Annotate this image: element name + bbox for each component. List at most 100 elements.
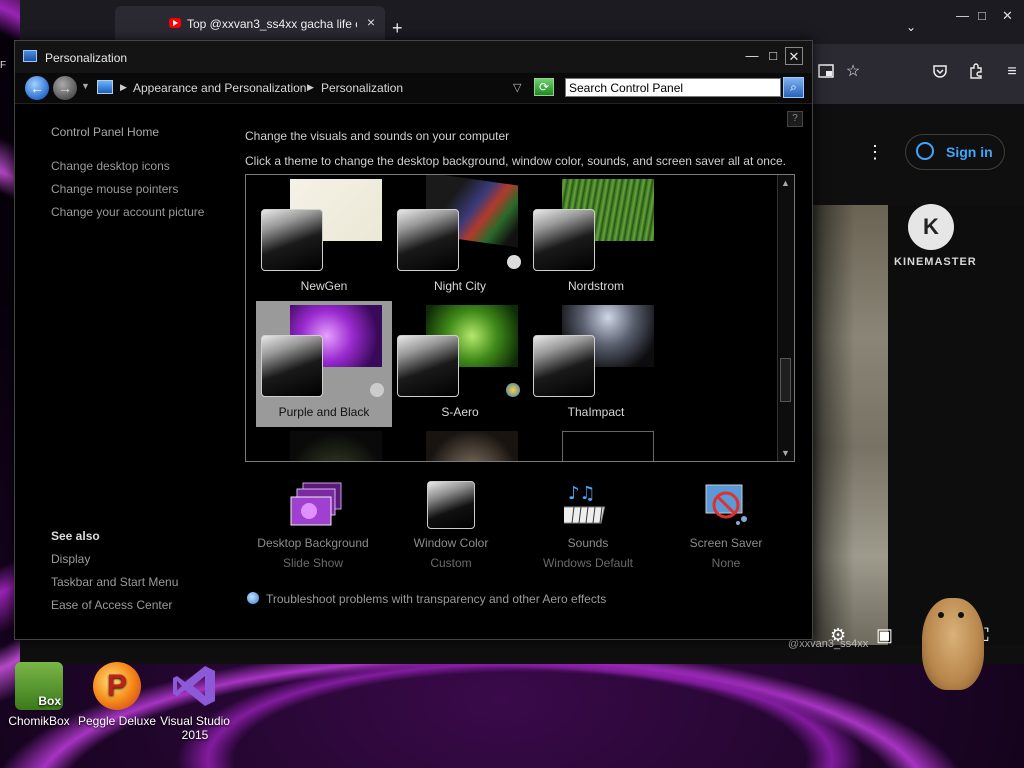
desktop-background-setting[interactable]: Desktop Background Slide Show — [248, 481, 378, 570]
desktop-icon-label: Peggle Deluxe — [77, 714, 157, 728]
see-also-heading: See also — [51, 529, 100, 543]
theme-preview-window — [261, 209, 323, 271]
windows-logo-icon — [506, 383, 520, 397]
star-icon[interactable]: ☆ — [843, 62, 863, 82]
page-title: Change the visuals and sounds on your co… — [245, 129, 510, 143]
tab-close-button[interactable]: × — [367, 14, 375, 30]
new-tab-button[interactable]: + — [392, 18, 403, 39]
search-input[interactable] — [565, 78, 781, 97]
help-icon[interactable]: ? — [787, 111, 803, 127]
tab-list-button[interactable]: ⌄ — [906, 20, 916, 34]
theme-night-city[interactable]: Night City — [392, 175, 528, 301]
troubleshoot-link[interactable]: Troubleshoot problems with transparency … — [266, 592, 606, 606]
theme-gallery-scrollbar[interactable]: ▲ ▼ — [777, 175, 794, 461]
sign-in-button[interactable]: Sign in — [905, 134, 1005, 170]
pocket-icon[interactable] — [930, 62, 950, 82]
window-maximize-button[interactable]: □ — [764, 47, 782, 65]
desktop-icon-chomikbox[interactable]: Box ChomikBox — [0, 662, 80, 728]
browser-maximize-button[interactable]: □ — [978, 8, 986, 23]
change-account-picture-link[interactable]: Change your account picture — [51, 205, 204, 219]
control-panel-icon — [97, 80, 113, 94]
desktop-icon-visual-studio[interactable]: Visual Studio 2015 — [154, 662, 236, 742]
window-color-setting[interactable]: Window Color Custom — [386, 481, 516, 570]
sounds-icon: ♪♫ — [558, 481, 612, 529]
desktop-icon-label: ChomikBox — [8, 714, 70, 728]
back-button[interactable]: ← — [25, 76, 49, 100]
chomikbox-icon: Box — [15, 662, 63, 710]
miniplayer-icon[interactable]: ▣ — [876, 625, 893, 646]
window-color-icon — [427, 481, 475, 529]
desktop-background-label: Desktop Background — [257, 536, 369, 550]
breadcrumb-appearance[interactable]: Appearance and Personalization — [133, 81, 306, 95]
forward-button[interactable]: → — [53, 76, 77, 100]
window-minimize-button[interactable]: — — [743, 47, 761, 65]
picture-in-picture-icon[interactable] — [816, 62, 836, 82]
refresh-button[interactable]: ⟳ — [534, 78, 554, 96]
browser-minimize-button[interactable]: — — [956, 8, 969, 23]
desktop-background-icon — [289, 481, 342, 529]
desktop-icon-peggle[interactable]: P Peggle Deluxe — [76, 662, 158, 728]
theme-row3-item[interactable] — [528, 427, 664, 461]
theme-nordstrom[interactable]: Nordstrom — [528, 175, 664, 301]
scroll-thumb[interactable] — [780, 358, 791, 402]
scroll-down-arrow-icon[interactable]: ▼ — [781, 448, 790, 458]
breadcrumb-personalization[interactable]: Personalization — [321, 81, 403, 95]
window-color-label: Window Color — [413, 536, 489, 550]
menu-icon[interactable]: ≡ — [1002, 62, 1022, 82]
theme-preview-window — [397, 209, 459, 271]
hamster-sticker — [922, 598, 984, 690]
theme-badge-icon — [370, 383, 384, 397]
svg-text:♪♫: ♪♫ — [568, 483, 596, 504]
breadcrumb-arrow-icon[interactable]: ▶ — [307, 82, 314, 93]
window-titlebar[interactable]: Personalization — □ ✕ — [15, 41, 812, 73]
theme-newgen[interactable]: NewGen — [256, 175, 392, 301]
screen-saver-value: None — [711, 556, 741, 570]
theme-preview-window — [261, 335, 323, 397]
taskbar-start-menu-link[interactable]: Taskbar and Start Menu — [51, 575, 178, 589]
browser-tab-title: Top @xxvan3_ss4xx gacha life c — [187, 17, 357, 31]
visual-studio-icon — [171, 662, 219, 710]
troubleshoot-icon — [247, 592, 259, 604]
youtube-icon — [169, 18, 181, 28]
user-icon — [916, 142, 934, 160]
recent-pages-chevron-icon[interactable]: ▼ — [81, 81, 90, 91]
video-side-panel — [888, 205, 1024, 645]
settings-gear-icon[interactable]: ⚙ — [830, 625, 846, 646]
change-mouse-pointers-link[interactable]: Change mouse pointers — [51, 182, 178, 196]
theme-thaimpact[interactable]: ThaImpact — [528, 301, 664, 427]
display-link[interactable]: Display — [51, 552, 90, 566]
desktop-background-value: Slide Show — [282, 556, 344, 570]
theme-row3-item[interactable] — [256, 427, 392, 461]
theme-purple-and-black[interactable]: Purple and Black — [256, 301, 392, 427]
theme-name: NewGen — [300, 279, 348, 293]
address-bar: ← → ▼ ▶ Appearance and Personalization ▶… — [15, 73, 812, 104]
extensions-icon[interactable] — [966, 62, 986, 82]
desktop-icon-label: Visual Studio 2015 — [160, 714, 230, 742]
breadcrumb-arrow-icon[interactable]: ▶ — [120, 82, 127, 93]
theme-name: Nordstrom — [567, 279, 624, 293]
change-desktop-icons-link[interactable]: Change desktop icons — [51, 159, 170, 173]
browser-tab-bar: Top @xxvan3_ss4xx gacha life c × + ⌄ — □… — [20, 0, 1024, 44]
more-options-icon[interactable]: ⋮ — [866, 142, 884, 163]
personalization-icon — [23, 50, 37, 62]
browser-tab[interactable]: Top @xxvan3_ss4xx gacha life c × — [115, 6, 385, 40]
theme-badge-icon — [507, 255, 521, 269]
browser-close-button[interactable]: ✕ — [1002, 8, 1013, 24]
search-icon[interactable]: ⌕ — [783, 77, 804, 98]
scroll-up-arrow-icon[interactable]: ▲ — [781, 178, 790, 188]
address-dropdown-icon[interactable]: ▽ — [513, 81, 521, 94]
window-title: Personalization — [45, 51, 128, 65]
theme-s-aero[interactable]: S-Aero — [392, 301, 528, 427]
personalization-window: Personalization — □ ✕ ← → ▼ ▶ Appearance… — [14, 40, 813, 640]
theme-row3-item[interactable] — [392, 427, 528, 461]
window-close-button[interactable]: ✕ — [785, 47, 803, 65]
theme-preview-window — [533, 335, 595, 397]
screen-saver-icon — [702, 481, 750, 529]
sounds-setting[interactable]: ♪♫ Sounds Windows Default — [523, 481, 653, 570]
peggle-icon: P — [93, 662, 141, 710]
theme-name: Night City — [433, 279, 486, 293]
ease-of-access-link[interactable]: Ease of Access Center — [51, 598, 172, 612]
sounds-label: Sounds — [567, 536, 609, 550]
screen-saver-setting[interactable]: Screen Saver None — [661, 481, 791, 570]
control-panel-home-link[interactable]: Control Panel Home — [51, 125, 159, 139]
